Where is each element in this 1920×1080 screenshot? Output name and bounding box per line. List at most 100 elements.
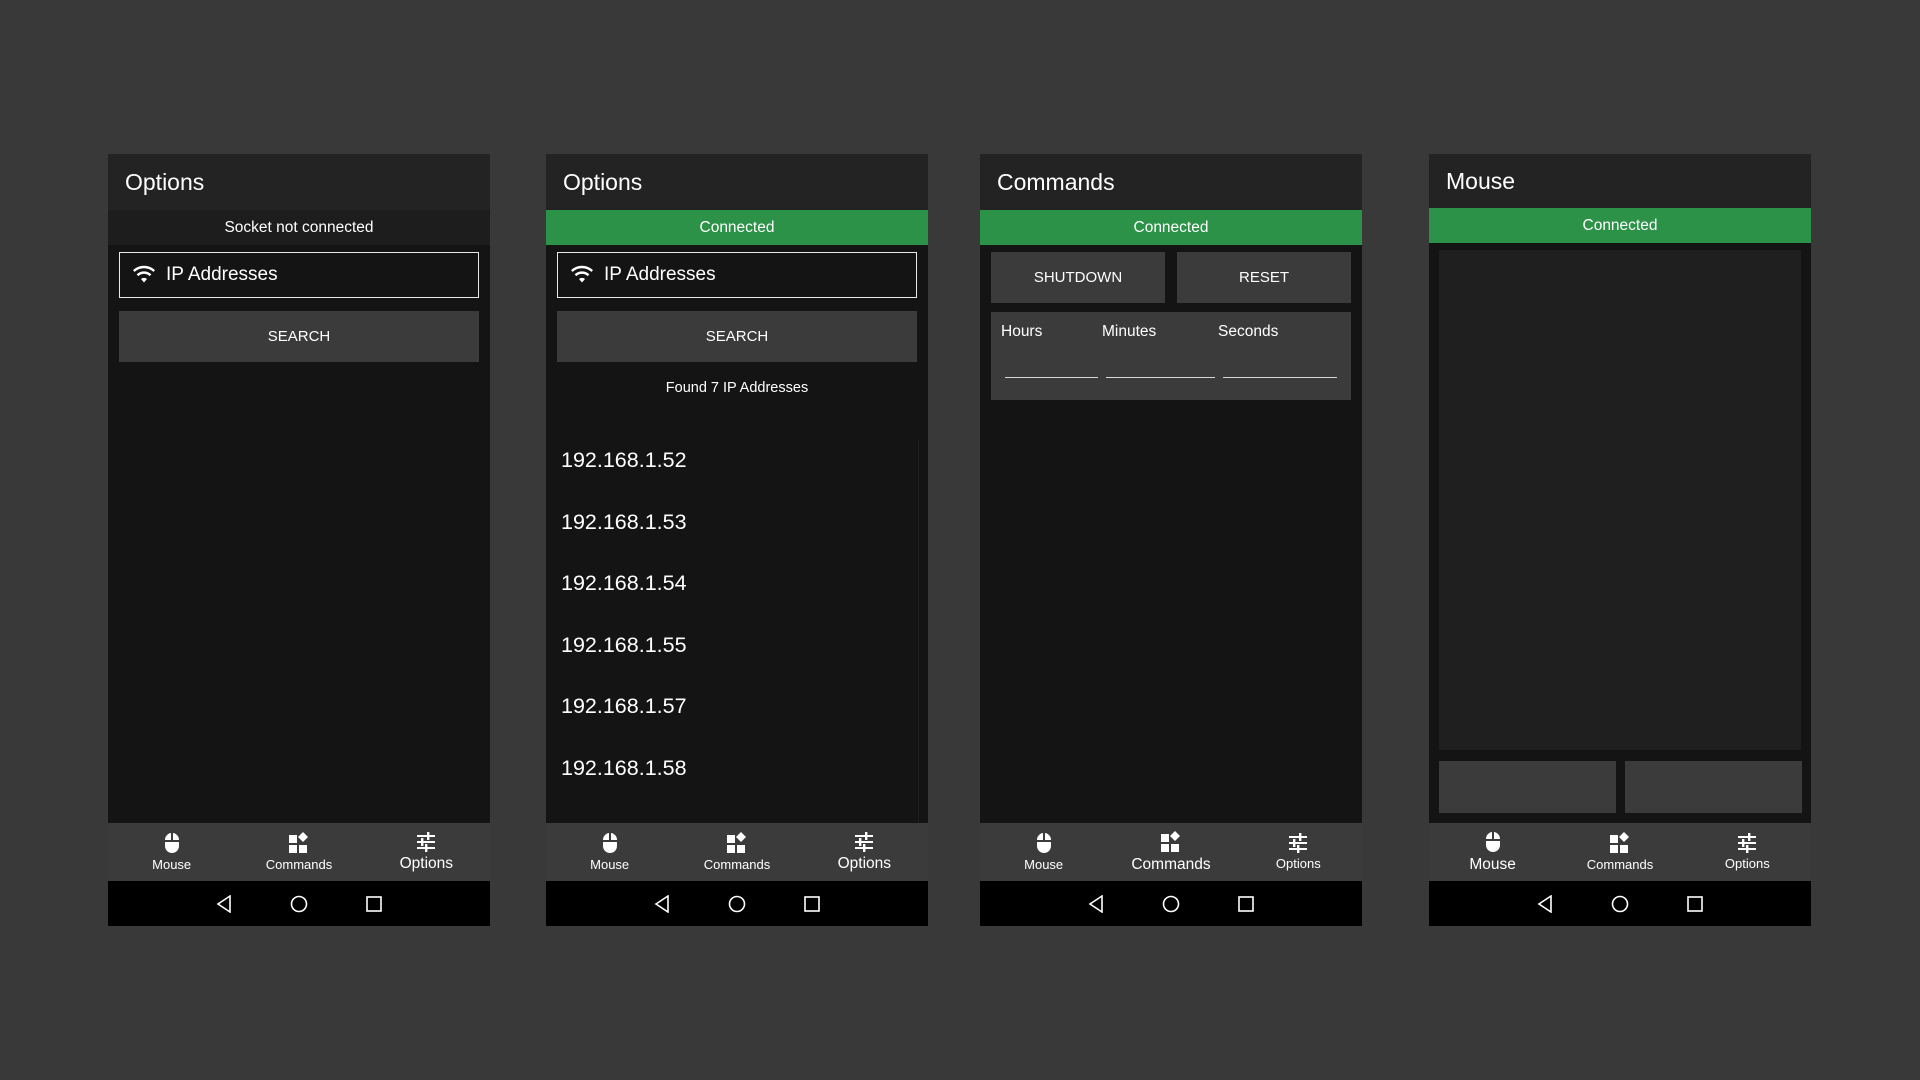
ip-list-item[interactable]: 192.168.1.51 xyxy=(561,405,687,413)
widgets-icon xyxy=(288,832,308,853)
phone-screen-options-disconnected: Options Socket not connected IP Addresse… xyxy=(108,154,490,926)
system-nav-bar xyxy=(1429,881,1811,926)
nav-mouse[interactable]: Mouse xyxy=(546,823,673,881)
ip-address-list[interactable]: 192.168.1.51 192.168.1.52 192.168.1.53 1… xyxy=(546,405,928,823)
bottom-nav: Mouse Commands Options xyxy=(1429,823,1811,881)
ip-field-label: IP Addresses xyxy=(604,264,716,285)
ip-list-item[interactable]: 192.168.1.57 xyxy=(561,691,687,721)
seconds-label: Seconds xyxy=(1218,323,1279,340)
nav-mouse-label: Mouse xyxy=(1469,855,1516,873)
left-click-button[interactable] xyxy=(1439,761,1616,813)
mouse-icon xyxy=(164,833,179,853)
app-bar: Options xyxy=(546,154,928,210)
page-title: Mouse xyxy=(1446,167,1516,194)
nav-commands-label: Commands xyxy=(703,857,771,872)
home-icon[interactable] xyxy=(1611,895,1629,913)
ip-list-item[interactable]: 192.168.1.53 xyxy=(561,507,687,537)
tune-icon xyxy=(1738,833,1757,853)
home-icon[interactable] xyxy=(1162,895,1180,913)
ip-list-item[interactable]: 192.168.1.54 xyxy=(561,568,687,598)
touchpad-area[interactable] xyxy=(1439,250,1801,750)
timer-panel: Hours Minutes Seconds xyxy=(991,312,1351,400)
ip-list-item[interactable]: 192.168.1.52 xyxy=(561,445,687,475)
wifi-icon xyxy=(132,265,156,283)
nav-options[interactable]: Options xyxy=(363,823,490,881)
search-button[interactable]: SEARCH xyxy=(557,311,917,362)
widgets-icon xyxy=(1609,832,1629,853)
back-icon[interactable] xyxy=(1088,894,1104,913)
right-click-button[interactable] xyxy=(1625,761,1802,813)
home-icon[interactable] xyxy=(290,895,308,913)
wifi-icon xyxy=(570,265,594,283)
home-icon[interactable] xyxy=(728,895,746,913)
ip-list-item[interactable]: 192.168.1.55 xyxy=(561,630,687,660)
recents-icon[interactable] xyxy=(1687,895,1703,912)
connection-status: Connected xyxy=(980,210,1362,245)
reset-button[interactable]: RESET xyxy=(1177,252,1351,303)
nav-options-label: Options xyxy=(1724,856,1770,871)
page-title: Commands xyxy=(997,168,1115,195)
nav-commands[interactable]: Commands xyxy=(1107,823,1234,881)
nav-commands[interactable]: Commands xyxy=(1556,823,1683,881)
options-content: IP Addresses SEARCH xyxy=(108,245,490,823)
nav-mouse[interactable]: Mouse xyxy=(1429,823,1556,881)
page-title: Options xyxy=(563,168,643,195)
bottom-nav: Mouse Commands Options xyxy=(546,823,928,881)
back-icon[interactable] xyxy=(216,894,232,913)
app-bar: Commands xyxy=(980,154,1362,210)
nav-commands-label: Commands xyxy=(1586,857,1654,872)
nav-options[interactable]: Options xyxy=(1235,823,1362,881)
nav-mouse-label: Mouse xyxy=(1024,857,1064,872)
connection-status: Socket not connected xyxy=(108,210,490,245)
nav-commands[interactable]: Commands xyxy=(235,823,362,881)
recents-icon[interactable] xyxy=(366,895,382,912)
nav-options-label: Options xyxy=(1275,856,1321,871)
ip-addresses-dropdown[interactable]: IP Addresses xyxy=(557,252,917,298)
system-nav-bar xyxy=(546,881,928,926)
found-count-text: Found 7 IP Addresses xyxy=(665,380,809,396)
seconds-input[interactable] xyxy=(1223,350,1337,378)
hours-label: Hours xyxy=(1001,323,1043,340)
widgets-icon xyxy=(726,832,746,853)
back-icon[interactable] xyxy=(1537,894,1553,913)
widgets-icon xyxy=(1160,830,1180,852)
page-title: Options xyxy=(125,168,205,195)
scrollbar-track[interactable] xyxy=(918,441,919,823)
mouse-icon xyxy=(1485,831,1500,852)
search-button[interactable]: SEARCH xyxy=(119,311,479,362)
nav-options-label: Options xyxy=(837,854,892,872)
nav-mouse[interactable]: Mouse xyxy=(980,823,1107,881)
mouse-icon xyxy=(1036,833,1051,853)
recents-icon[interactable] xyxy=(1238,895,1254,912)
connection-status: Connected xyxy=(546,210,928,245)
mouse-icon xyxy=(602,833,617,853)
options-content: IP Addresses SEARCH Found 7 IP Addresses… xyxy=(546,245,928,823)
mouse-content xyxy=(1429,243,1811,823)
bottom-nav: Mouse Commands Options xyxy=(980,823,1362,881)
back-icon[interactable] xyxy=(654,894,670,913)
tune-icon xyxy=(855,831,874,852)
minutes-label: Minutes xyxy=(1102,323,1157,340)
phone-screen-commands: Commands Connected SHUTDOWN RESET Hours … xyxy=(980,154,1362,926)
shutdown-button[interactable]: SHUTDOWN xyxy=(991,252,1165,303)
system-nav-bar xyxy=(108,881,490,926)
hours-input[interactable] xyxy=(1005,350,1098,378)
nav-commands-label: Commands xyxy=(1131,855,1211,873)
tune-icon xyxy=(417,831,436,852)
system-nav-bar xyxy=(980,881,1362,926)
connection-status: Connected xyxy=(1429,208,1811,243)
minutes-input[interactable] xyxy=(1106,350,1215,378)
phone-screen-mouse: Mouse Connected Mouse Commands Options xyxy=(1429,154,1811,926)
nav-options[interactable]: Options xyxy=(801,823,928,881)
ip-addresses-dropdown[interactable]: IP Addresses xyxy=(119,252,479,298)
nav-mouse-label: Mouse xyxy=(152,857,192,872)
nav-commands-label: Commands xyxy=(265,857,333,872)
nav-commands[interactable]: Commands xyxy=(673,823,800,881)
app-bar: Options xyxy=(108,154,490,210)
nav-mouse[interactable]: Mouse xyxy=(108,823,235,881)
bottom-nav: Mouse Commands Options xyxy=(108,823,490,881)
nav-options[interactable]: Options xyxy=(1684,823,1811,881)
ip-field-label: IP Addresses xyxy=(166,264,278,285)
ip-list-item[interactable]: 192.168.1.58 xyxy=(561,753,687,783)
recents-icon[interactable] xyxy=(804,895,820,912)
